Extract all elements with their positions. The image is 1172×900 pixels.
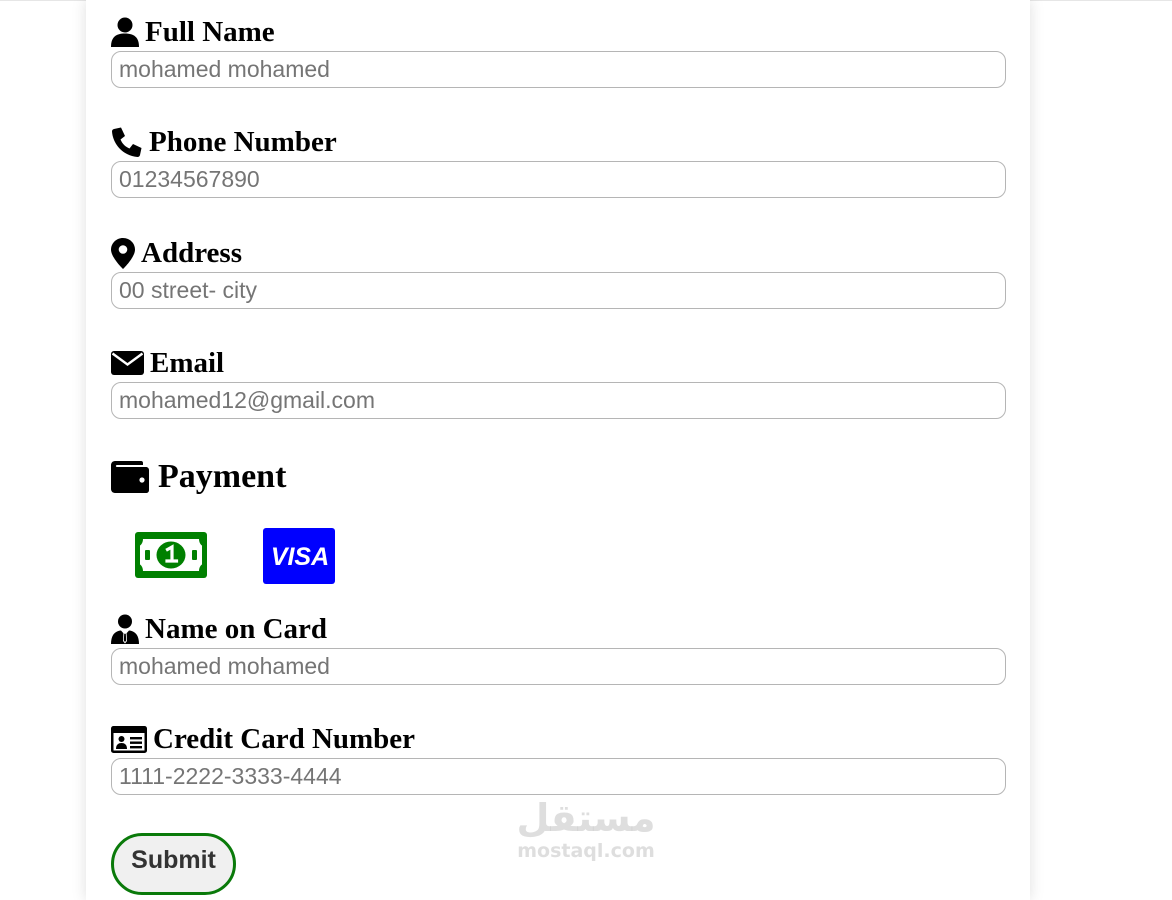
card-number-label: Credit Card Number: [153, 722, 416, 755]
visa-icon: VISA: [263, 528, 335, 584]
envelope-icon: [111, 351, 144, 375]
email-field: Email: [111, 346, 1006, 419]
address-label: Address: [141, 236, 242, 269]
user-tie-icon: [111, 614, 139, 644]
payment-heading-text: Payment: [158, 458, 287, 495]
full-name-input[interactable]: [111, 51, 1006, 88]
submit-button[interactable]: Submit: [111, 833, 236, 895]
address-label-row: Address: [111, 236, 1006, 270]
card-number-input[interactable]: [111, 758, 1006, 795]
email-input[interactable]: [111, 382, 1006, 419]
email-label: Email: [150, 346, 225, 379]
name-on-card-input[interactable]: [111, 648, 1006, 685]
full-name-field: Full Name: [111, 15, 1006, 88]
money-bill-icon: [135, 532, 207, 578]
phone-icon: [111, 126, 143, 158]
address-field: Address: [111, 236, 1006, 309]
phone-label: Phone Number: [149, 125, 337, 158]
name-on-card-field: Name on Card: [111, 612, 1006, 685]
checkout-form-card: Full Name Phone Number Address: [86, 0, 1030, 900]
phone-field: Phone Number: [111, 125, 1006, 198]
visa-payment-option[interactable]: VISA: [263, 528, 335, 589]
wallet-icon: [111, 460, 149, 494]
name-on-card-label: Name on Card: [145, 612, 328, 645]
payment-heading: Payment: [111, 458, 286, 496]
address-input[interactable]: [111, 272, 1006, 309]
user-icon: [111, 17, 139, 47]
card-number-field: Credit Card Number: [111, 722, 1006, 795]
visa-icon-text: VISA: [271, 543, 329, 571]
phone-input[interactable]: [111, 161, 1006, 198]
cash-payment-option[interactable]: [135, 528, 207, 585]
full-name-label-row: Full Name: [111, 15, 1006, 49]
card-number-label-row: Credit Card Number: [111, 722, 1006, 756]
map-marker-icon: [111, 237, 135, 269]
full-name-label: Full Name: [145, 15, 275, 48]
phone-label-row: Phone Number: [111, 125, 1006, 159]
name-on-card-label-row: Name on Card: [111, 612, 1006, 646]
email-label-row: Email: [111, 346, 1006, 380]
id-card-icon: [111, 725, 147, 753]
